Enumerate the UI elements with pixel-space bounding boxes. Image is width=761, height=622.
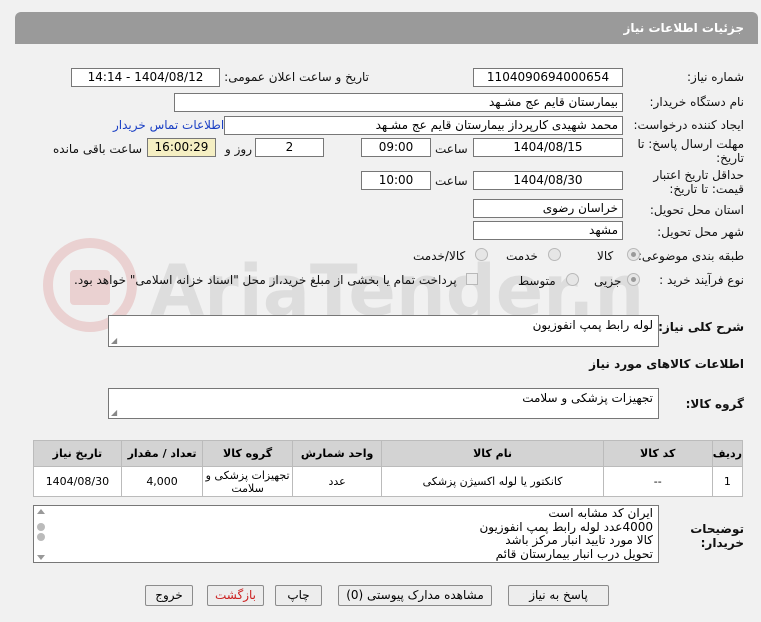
process-option-minor: جزیی <box>594 274 622 288</box>
reply-button[interactable]: پاسخ به نیاز <box>508 585 609 606</box>
cell-date: 1404/08/30 <box>33 466 122 497</box>
treasury-payment-checkbox[interactable] <box>466 273 478 285</box>
scroll-up-icon <box>37 509 45 514</box>
notes-scrollbar[interactable] <box>33 505 49 563</box>
scroll-thumb-icon <box>37 533 45 541</box>
category-radio-service[interactable] <box>548 248 561 261</box>
category-radio-goods[interactable] <box>627 248 640 261</box>
buyer-note-line: تحویل درب انبار بیمارستان قائم <box>495 546 653 561</box>
header-bar: جزئیات اطلاعات نیاز <box>15 12 758 44</box>
process-label: نوع فرآیند خرید : <box>659 273 744 287</box>
goods-group-textarea[interactable]: تجهیزات پزشکی و سلامت ◢ <box>108 388 659 419</box>
col-header-row-no: ردیف <box>711 440 744 467</box>
need-number-label: شماره نیاز: <box>687 70 744 84</box>
col-header-code: کد کالا <box>602 440 713 467</box>
table-header-row: ردیف کد کالا نام کالا واحد شمارش گروه کا… <box>33 440 744 467</box>
cell-row-no: 1 <box>711 466 744 497</box>
need-number-field[interactable]: 1104090694000654 <box>473 68 623 87</box>
category-option-goods: کالا <box>597 249 614 263</box>
category-radio-goods-service[interactable] <box>475 248 488 261</box>
cell-name: کانکتور یا لوله اکسیژن پزشکی <box>381 466 604 497</box>
buyer-org-label: نام دستگاه خریدار: <box>649 95 745 109</box>
buyer-notes-label: توضیحات <box>690 522 744 536</box>
requester-label: ایجاد کننده درخواست: <box>633 118 744 132</box>
deadline-time-field[interactable]: 09:00 <box>361 138 431 157</box>
page-title: جزئیات اطلاعات نیاز <box>623 21 744 35</box>
col-header-unit: واحد شمارش <box>291 440 383 467</box>
table-row[interactable]: 1 -- کانکتور یا لوله اکسیژن پزشکی عدد تج… <box>33 466 744 497</box>
province-label: استان محل تحویل: <box>649 203 744 217</box>
col-header-group: گروه کالا <box>202 440 293 467</box>
goods-group-label: گروه کالا: <box>685 397 744 411</box>
process-radio-medium[interactable] <box>566 273 579 286</box>
deadline-time-label: ساعت <box>435 142 468 156</box>
deadline-date-field[interactable]: 1404/08/15 <box>473 138 623 157</box>
category-label: طبقه بندی موضوعی: <box>637 249 744 263</box>
announce-date-label: تاریخ و ساعت اعلان عمومی: <box>224 70 369 84</box>
buyer-notes-textarea[interactable]: ایران کد مشابه است 4000عدد لوله رابط پمپ… <box>33 505 659 563</box>
goods-group-text: تجهیزات پزشکی و سلامت <box>522 391 653 405</box>
province-field[interactable]: خراسان رضوی <box>473 199 623 218</box>
col-header-date: تاریخ نیاز <box>33 440 122 467</box>
announce-date-field[interactable]: 1404/08/12 - 14:14 <box>71 68 220 87</box>
validity-time-field[interactable]: 10:00 <box>361 171 431 190</box>
validity-label: حداقل تاریخ اعتبار <box>653 168 744 182</box>
buyer-note-line: ایران کد مشابه است <box>548 506 653 520</box>
contact-info-link[interactable]: اطلاعات تماس خریدار <box>113 118 224 132</box>
col-header-quantity: تعداد / مقدار <box>120 440 204 467</box>
category-option-service: خدمت <box>506 249 538 263</box>
remaining-time-label: ساعت باقی مانده <box>53 142 143 156</box>
validity-label-2: قیمت: تا تاریخ: <box>669 182 744 196</box>
deadline-label: مهلت ارسال پاسخ: تا <box>637 137 744 151</box>
goods-info-title: اطلاعات کالاهای مورد نیاز <box>589 357 744 371</box>
general-desc-textarea[interactable]: لوله رابط پمپ انفوزیون ◢ <box>108 315 659 347</box>
treasury-payment-note: پرداخت تمام یا بخشی از مبلغ خرید،از محل … <box>74 273 457 287</box>
col-header-name: نام کالا <box>381 440 604 467</box>
scroll-down-icon <box>37 555 45 560</box>
validity-time-label: ساعت <box>435 174 468 188</box>
general-desc-label: شرح کلی نیاز: <box>658 320 744 334</box>
general-desc-text: لوله رابط پمپ انفوزیون <box>532 318 653 332</box>
days-field[interactable]: 2 <box>255 138 324 157</box>
resize-grip-icon[interactable]: ◢ <box>111 409 117 417</box>
buyer-note-line: کالا مورد تایید انبار مرکز باشد <box>505 533 653 547</box>
exit-button[interactable]: خروج <box>145 585 193 606</box>
remaining-time-field: 16:00:29 <box>147 138 216 157</box>
requester-field[interactable]: محمد شهیدی کارپرداز بیمارستان قایم عج مش… <box>224 116 623 135</box>
city-label: شهر محل تحویل: <box>657 225 744 239</box>
cell-quantity: 4,000 <box>120 466 204 497</box>
deadline-label-2: تاریخ: <box>716 151 744 165</box>
city-field[interactable]: مشهد <box>473 221 623 240</box>
category-option-goods-service: کالا/خدمت <box>413 249 466 263</box>
scroll-thumb-icon <box>37 523 45 531</box>
process-radio-minor[interactable] <box>627 273 640 286</box>
resize-grip-icon[interactable]: ◢ <box>111 337 117 345</box>
buyer-note-line: 4000عدد لوله رابط پمپ انفوزیون <box>479 519 653 534</box>
goods-table: ردیف کد کالا نام کالا واحد شمارش گروه کا… <box>33 440 744 497</box>
buyer-notes-label-2: خریدار: <box>700 536 744 550</box>
validity-date-field[interactable]: 1404/08/30 <box>473 171 623 190</box>
cell-group: تجهیزات پزشکی و سلامت <box>202 466 293 497</box>
back-button[interactable]: بازگشت <box>207 585 264 606</box>
print-button[interactable]: چاپ <box>275 585 322 606</box>
cell-code: -- <box>602 466 713 497</box>
process-option-medium: متوسط <box>518 274 556 288</box>
days-label: روز و <box>225 142 252 156</box>
cell-unit: عدد <box>291 466 383 497</box>
view-attachments-button[interactable]: مشاهده مدارک پیوستی (0) <box>338 585 492 606</box>
buyer-org-field[interactable]: بیمارستان قایم عج مشـهد <box>174 93 623 112</box>
